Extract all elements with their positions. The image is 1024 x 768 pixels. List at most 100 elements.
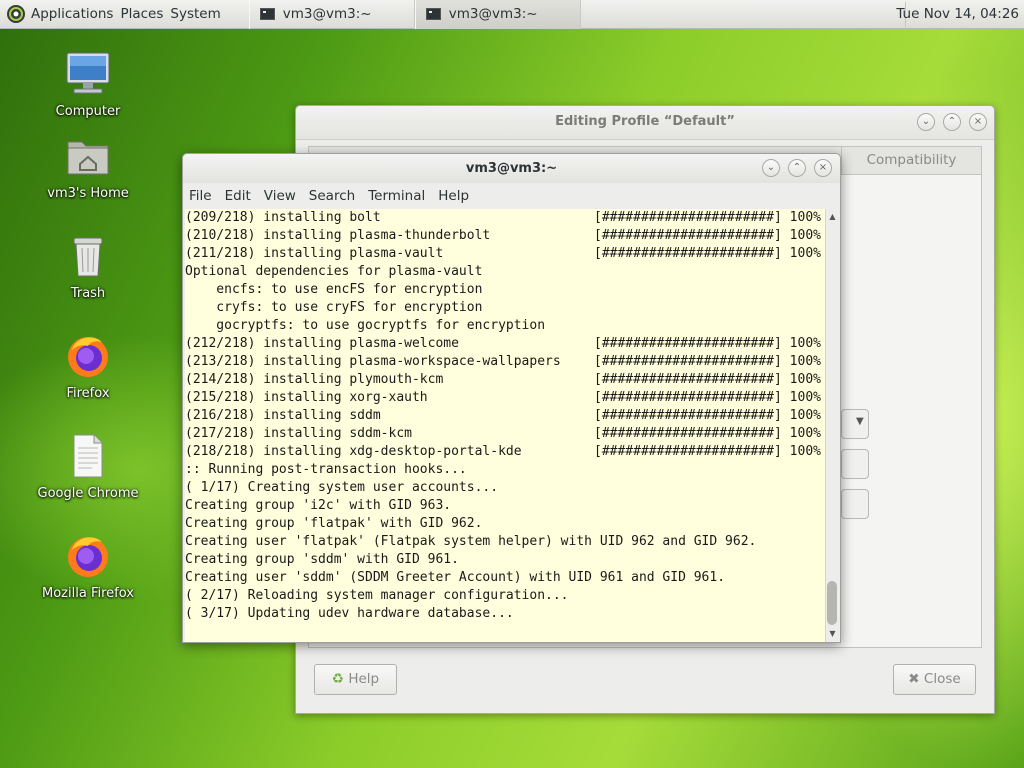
terminal-title: vm3@vm3:~ (183, 154, 840, 183)
maximize-button[interactable]: ⌃ (943, 113, 961, 131)
terminal-line-text: Creating user 'sddm' (SDDM Greeter Accou… (185, 570, 726, 585)
desktop-icon-computer[interactable]: Computer (28, 50, 148, 119)
terminal-line: (211/218) installing plasma-vault [######… (185, 245, 826, 263)
home-folder-icon (67, 141, 109, 175)
terminal-menubar: File Edit View Search Terminal Help (183, 183, 840, 208)
minimize-button[interactable]: ⌄ (917, 113, 935, 131)
terminal-line-text: (214/218) installing plymouth-kcm (185, 372, 444, 387)
terminal-line: Creating group 'flatpak' with GID 962. (185, 515, 826, 533)
terminal-line: (215/218) installing xorg-xauth [########… (185, 389, 826, 407)
system-menu[interactable]: System (170, 6, 248, 22)
terminal-line: (217/218) installing sddm-kcm [##########… (185, 425, 826, 443)
terminal-line: ( 1/17) Creating system user accounts... (185, 479, 826, 497)
menu-search[interactable]: Search (309, 188, 355, 204)
terminal-line: (209/218) installing bolt [##############… (185, 209, 826, 227)
document-icon (73, 434, 103, 478)
desktop-icon-firefox[interactable]: Firefox (28, 332, 148, 401)
profile-window-title: Editing Profile “Default” (296, 106, 994, 140)
terminal-line: Creating user 'flatpak' (Flatpak system … (185, 533, 826, 551)
terminal-progress: [######################] 100% (594, 390, 821, 405)
terminal-line: Creating user 'sddm' (SDDM Greeter Accou… (185, 569, 826, 587)
terminal-line-text: (212/218) installing plasma-welcome (185, 336, 459, 351)
applications-menu[interactable]: Applications (31, 6, 120, 22)
dropdown-arrow[interactable]: ▼ (841, 409, 869, 439)
terminal-line: (213/218) installing plasma-workspace-wa… (185, 353, 826, 371)
menu-edit[interactable]: Edit (225, 188, 251, 204)
desktop-icon-label: Firefox (66, 386, 110, 401)
desktop-icon-label: Mozilla Firefox (42, 586, 134, 601)
terminal-line: Optional dependencies for plasma-vault (185, 263, 826, 281)
scroll-up-arrow-icon[interactable]: ▲ (828, 212, 837, 221)
terminal-line: Creating group 'i2c' with GID 963. (185, 497, 826, 515)
close-icon: ✖ (908, 671, 920, 687)
terminal-icon (259, 8, 275, 20)
close-window-button[interactable]: × (814, 159, 832, 177)
close-window-button[interactable]: × (969, 113, 987, 131)
option-control[interactable] (841, 489, 869, 519)
terminal-line-text: Creating group 'flatpak' with GID 962. (185, 516, 483, 531)
terminal-line-text: (217/218) installing sddm-kcm (185, 426, 412, 441)
desktop-icon-mozilla-firefox[interactable]: Mozilla Firefox (28, 532, 148, 601)
terminal-line-text: (215/218) installing xorg-xauth (185, 390, 428, 405)
terminal-line: (212/218) installing plasma-welcome [####… (185, 335, 826, 353)
minimize-button[interactable]: ⌄ (762, 159, 780, 177)
terminal-progress: [######################] 100% (594, 228, 821, 243)
menu-terminal[interactable]: Terminal (368, 188, 425, 204)
taskbar-button-terminal-2[interactable]: vm3@vm3:~ (414, 0, 581, 29)
terminal-line: (214/218) installing plymouth-kcm [######… (185, 371, 826, 389)
desktop-icon-label: Trash (70, 286, 106, 301)
mate-logo-icon[interactable] (6, 4, 26, 24)
terminal-line-text: ( 3/17) Updating udev hardware database.… (185, 606, 514, 621)
terminal-line-text: Creating group 'sddm' with GID 961. (185, 552, 459, 567)
desktop-icon-label: vm3's Home (47, 186, 129, 201)
close-button[interactable]: ✖ Close (893, 664, 976, 695)
taskbar-button-terminal-1[interactable]: vm3@vm3:~ (248, 0, 415, 29)
menu-view[interactable]: View (264, 188, 296, 204)
terminal-line-text: (213/218) installing plasma-workspace-wa… (185, 354, 561, 369)
desktop-icon-home[interactable]: vm3's Home (28, 132, 148, 201)
terminal-progress: [######################] 100% (594, 408, 821, 423)
desktop-icon-google-chrome[interactable]: Google Chrome (28, 432, 148, 501)
terminal-line: encfs: to use encFS for encryption (185, 281, 826, 299)
top-panel: Applications Places System vm3@vm3:~ vm3… (0, 0, 1024, 29)
terminal-progress: [######################] 100% (594, 336, 821, 351)
terminal-progress: [######################] 100% (594, 246, 821, 261)
terminal-line: gocryptfs: to use gocryptfs for encrypti… (185, 317, 826, 335)
terminal-progress: [######################] 100% (594, 210, 821, 225)
terminal-window: vm3@vm3:~ ⌄ ⌃ × File Edit View Search Te… (182, 153, 841, 643)
terminal-progress: [######################] 100% (594, 354, 821, 369)
scroll-down-arrow-icon[interactable]: ▼ (828, 629, 837, 638)
scrollbar-thumb[interactable] (827, 581, 837, 625)
desktop-icon-label: Computer (55, 104, 121, 119)
terminal-output[interactable]: (209/218) installing bolt [##############… (185, 209, 826, 642)
firefox-icon (68, 337, 108, 377)
terminal-line-text: Creating user 'flatpak' (Flatpak system … (185, 534, 757, 549)
trash-icon (73, 237, 103, 277)
help-button[interactable]: ♻ Help (314, 664, 397, 695)
terminal-line-text: (218/218) installing xdg-desktop-portal-… (185, 444, 522, 459)
menu-file[interactable]: File (189, 188, 212, 204)
terminal-line-text: Optional dependencies for plasma-vault (185, 264, 483, 279)
places-menu[interactable]: Places (120, 6, 170, 22)
menu-help[interactable]: Help (438, 188, 469, 204)
terminal-line-text: gocryptfs: to use gocryptfs for encrypti… (185, 318, 546, 333)
maximize-button[interactable]: ⌃ (788, 159, 806, 177)
taskbar-label: vm3@vm3:~ (448, 6, 538, 22)
terminal-line: ( 2/17) Reloading system manager configu… (185, 587, 826, 605)
terminal-line: (218/218) installing xdg-desktop-portal-… (185, 443, 826, 461)
terminal-line-text: ( 1/17) Creating system user accounts... (185, 480, 499, 495)
help-label: Help (348, 671, 380, 687)
terminal-line-text: encfs: to use encFS for encryption (185, 282, 483, 297)
terminal-line-text: Creating group 'i2c' with GID 963. (185, 498, 452, 513)
desktop-icon-label: Google Chrome (37, 486, 139, 501)
terminal-line: (210/218) installing plasma-thunderbolt [… (185, 227, 826, 245)
terminal-line-text: ( 2/17) Reloading system manager configu… (185, 588, 569, 603)
tab-compatibility[interactable]: Compatibility (841, 147, 981, 175)
terminal-scrollbar[interactable]: ▲ ▼ (825, 209, 838, 642)
option-control[interactable] (841, 449, 869, 479)
terminal-line: ( 3/17) Updating udev hardware database.… (185, 605, 826, 623)
terminal-line: :: Running post-transaction hooks... (185, 461, 826, 479)
terminal-progress: [######################] 100% (594, 444, 821, 459)
desktop-icon-trash[interactable]: Trash (28, 232, 148, 301)
clock[interactable]: Tue Nov 14, 04:26 (896, 6, 1019, 22)
